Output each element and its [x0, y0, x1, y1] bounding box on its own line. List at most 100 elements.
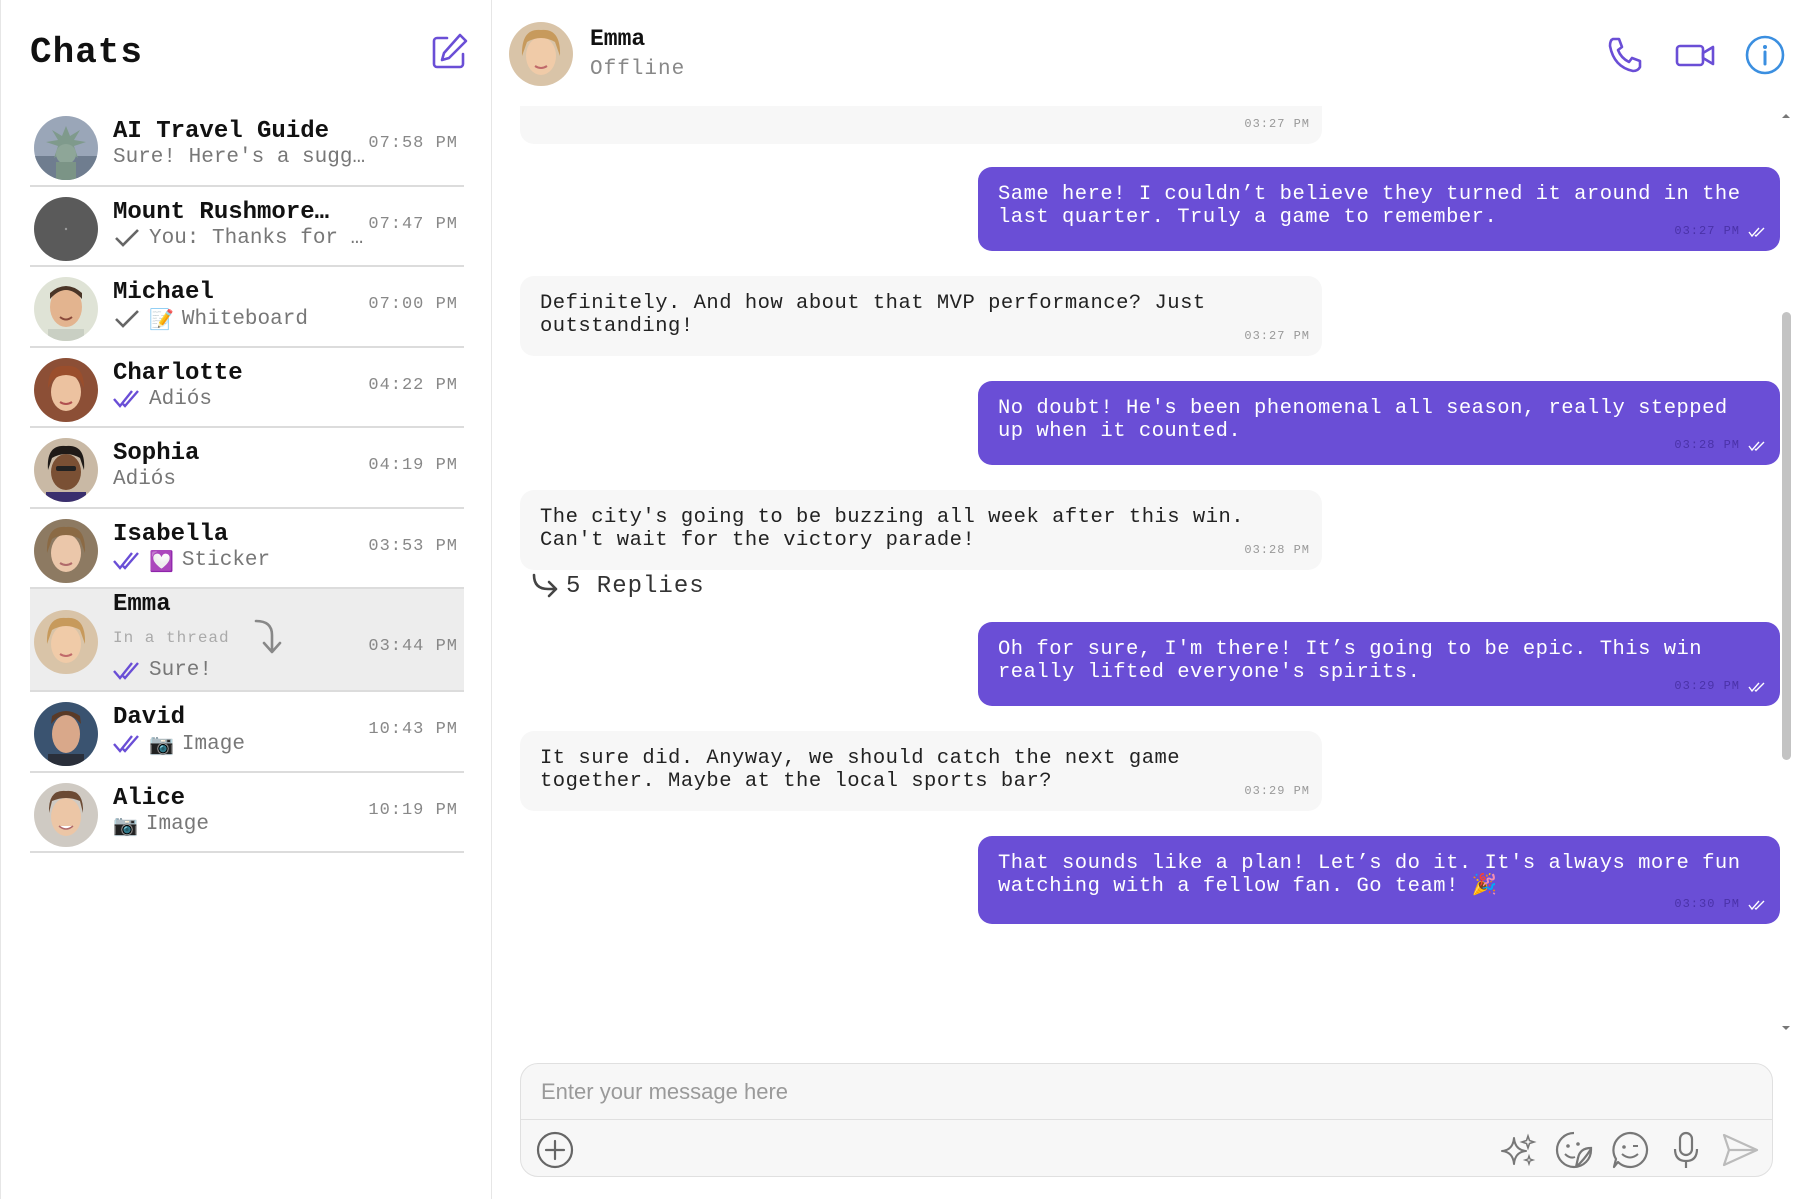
thread-hint: In a thread	[113, 629, 230, 647]
chat-name: Michael	[113, 279, 214, 306]
avatar	[34, 610, 98, 674]
double-check-icon	[113, 735, 139, 753]
avatar	[34, 702, 98, 766]
message-input[interactable]	[521, 1064, 1772, 1120]
info-icon	[1745, 35, 1785, 75]
chat-item-charlotte[interactable]: Charlotte Adiós 04:22 PM	[30, 348, 464, 428]
chat-time: 03:53 PM	[368, 536, 458, 556]
avatar	[34, 277, 98, 341]
chat-item-alice[interactable]: Alice 📷 Image 10:19 PM	[30, 773, 464, 853]
double-check-icon	[1748, 900, 1765, 911]
chat-name: Sophia	[113, 440, 200, 467]
message-text: No doubt! He's been phenomenal all seaso…	[998, 397, 1728, 443]
sidebar-header: Chats	[29, 30, 469, 80]
chat-preview: 📝 Whiteboard	[113, 307, 308, 331]
message-time: 03:29 PM	[1674, 679, 1740, 693]
avatar	[34, 782, 98, 847]
preview-text: Sticker	[181, 549, 271, 572]
message-time: 03:27 PM	[1674, 224, 1740, 238]
contact-avatar[interactable]	[509, 22, 573, 86]
chat-preview: You: Thanks for …	[113, 227, 363, 250]
message-bubble-incoming[interactable]: The city's going to be buzzing all week …	[520, 490, 1322, 570]
message-time: 03:28 PM	[1674, 438, 1740, 452]
message-text-content: That sounds like a plan! Let’s do it. It…	[998, 852, 1741, 898]
chat-item-michael[interactable]: Michael 📝 Whiteboard 07:00 PM	[30, 267, 464, 348]
message-time: 03:27 PM	[1244, 117, 1310, 131]
plus-icon	[536, 1131, 574, 1169]
chat-preview: 📷 Image	[113, 813, 209, 837]
attach-button[interactable]	[535, 1130, 575, 1170]
message-bubble-incoming[interactable]: It sure did. Anyway, we should catch the…	[520, 731, 1322, 811]
info-button[interactable]	[1744, 34, 1786, 76]
message-list[interactable]: 03:27 PM Same here! I couldn’t believe t…	[520, 106, 1792, 1038]
chat-preview: Adiós	[113, 388, 212, 411]
camera-icon: 📷	[113, 812, 138, 837]
chat-name: Mount Rushmore…	[113, 198, 330, 226]
chat-preview: Adiós	[113, 468, 176, 491]
avatar	[34, 438, 98, 502]
emoji-button[interactable]	[1610, 1130, 1650, 1170]
chat-name: AI Travel Guide	[113, 118, 330, 145]
chat-preview: 📷 Image	[113, 732, 245, 756]
message-composer	[520, 1063, 1773, 1177]
message-time: 03:29 PM	[1244, 784, 1310, 798]
chat-time: 07:47 PM	[368, 214, 458, 234]
message-text: It sure did. Anyway, we should catch the…	[540, 747, 1181, 793]
check-icon	[115, 310, 139, 328]
voice-message-button[interactable]	[1666, 1130, 1706, 1170]
chat-name: Isabella	[113, 520, 229, 548]
avatar	[34, 116, 98, 180]
message-text: That sounds like a plan! Let’s do it. It…	[998, 852, 1760, 898]
chat-name: Charlotte	[113, 359, 243, 387]
message-bubble-outgoing[interactable]: Oh for sure, I'm there! It’s going to be…	[978, 622, 1780, 706]
ai-assist-button[interactable]	[1498, 1130, 1538, 1170]
message-text: Same here! I couldn’t believe they turne…	[998, 183, 1741, 229]
message-bubble-outgoing[interactable]: That sounds like a plan! Let’s do it. It…	[978, 836, 1780, 924]
chat-preview: Sure!	[113, 659, 212, 682]
check-icon	[115, 229, 139, 247]
video-call-button[interactable]	[1674, 34, 1716, 76]
video-icon	[1675, 44, 1715, 67]
conversation-header: Emma Offline	[492, 0, 1800, 106]
message-text: Oh for sure, I'm there! It’s going to be…	[998, 638, 1703, 684]
sticker-icon	[1555, 1131, 1593, 1169]
message-bubble-outgoing[interactable]: No doubt! He's been phenomenal all seaso…	[978, 381, 1780, 465]
chat-time: 10:43 PM	[368, 720, 458, 739]
chat-item-isabella[interactable]: Isabella 💟 Sticker 03:53 PM	[30, 509, 464, 589]
message-bubble-incoming[interactable]: 03:27 PM	[520, 106, 1322, 144]
chat-name: David	[113, 704, 186, 731]
chat-preview: 💟 Sticker	[113, 549, 270, 573]
sticker-emoji-icon: 💟	[149, 548, 174, 573]
chat-item-mount-rushmore[interactable]: Mount Rushmore… You: Thanks for … 07:47 …	[30, 187, 464, 267]
chat-time: 04:22 PM	[368, 375, 458, 395]
chat-item-emma[interactable]: Emma In a thread Sure! 03:44 PM	[30, 589, 464, 692]
message-scrollbar[interactable]	[1780, 112, 1792, 1032]
compose-icon	[432, 33, 468, 69]
preview-text: Image	[145, 813, 209, 836]
chat-time: 07:00 PM	[368, 295, 458, 314]
chat-time: 04:19 PM	[368, 456, 458, 475]
chat-time: 10:19 PM	[368, 800, 458, 820]
chat-name: Alice	[113, 784, 186, 812]
camera-icon: 📷	[149, 732, 174, 756]
compose-button[interactable]	[429, 32, 469, 72]
thread-replies-link[interactable]: 5 Replies	[530, 572, 705, 600]
whiteboard-icon: 📝	[149, 307, 174, 331]
scroll-up-icon[interactable]	[1780, 112, 1792, 120]
preview-text: Whiteboard	[181, 307, 308, 331]
preview-text: Sure! Here's a sugg…	[113, 146, 366, 169]
message-bubble-outgoing[interactable]: Same here! I couldn’t believe they turne…	[978, 167, 1780, 251]
chat-item-ai-travel-guide[interactable]: AI Travel Guide Sure! Here's a sugg… 07:…	[30, 106, 464, 187]
sticker-button[interactable]	[1554, 1130, 1594, 1170]
message-time: 03:30 PM	[1674, 897, 1740, 911]
chat-item-david[interactable]: David 📷 Image 10:43 PM	[30, 692, 464, 773]
contact-status: Offline	[590, 58, 686, 81]
phone-button[interactable]	[1604, 34, 1646, 76]
thread-arrow-icon	[254, 619, 282, 654]
send-button[interactable]	[1720, 1130, 1760, 1170]
message-bubble-incoming[interactable]: Definitely. And how about that MVP perfo…	[520, 276, 1322, 356]
chat-item-sophia[interactable]: Sophia Adiós 04:19 PM	[30, 428, 464, 509]
scroll-thumb[interactable]	[1782, 312, 1791, 760]
scroll-down-icon[interactable]	[1780, 1024, 1792, 1032]
message-text: The city's going to be buzzing all week …	[540, 506, 1245, 552]
